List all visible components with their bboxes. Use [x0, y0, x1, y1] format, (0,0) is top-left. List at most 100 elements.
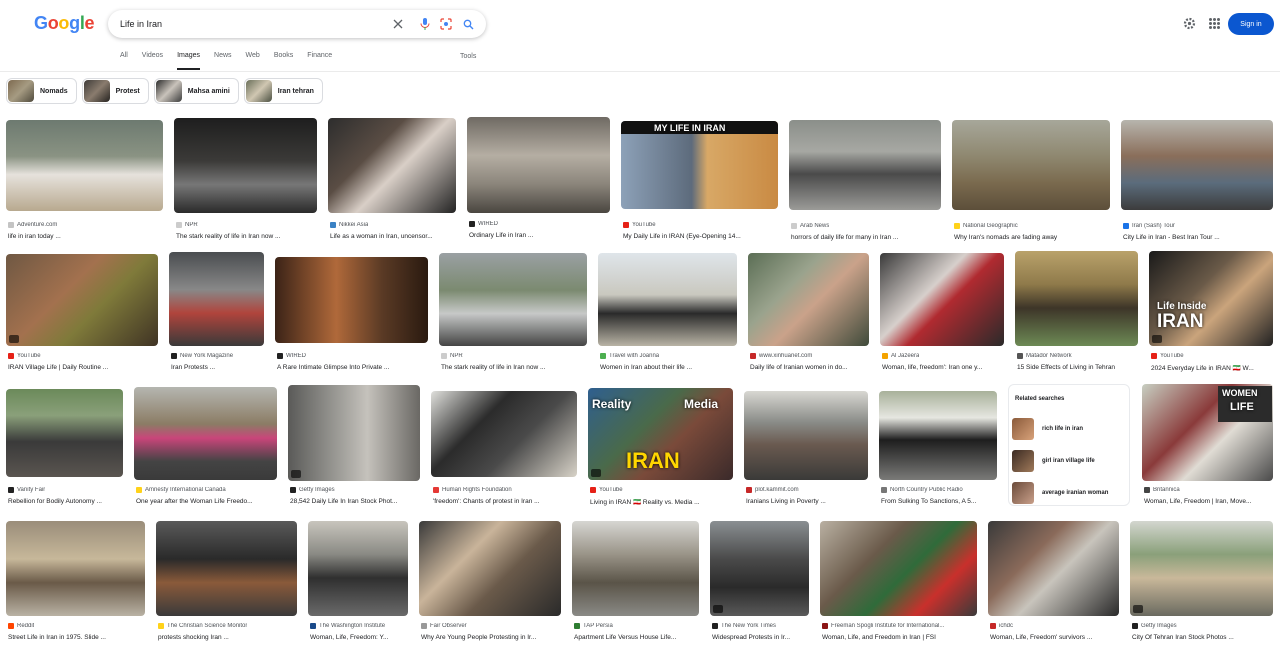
image-result[interactable]: Arab News horrors of daily life for many…: [789, 120, 941, 241]
result-thumbnail[interactable]: [467, 117, 610, 213]
result-thumbnail[interactable]: [156, 521, 297, 616]
image-result[interactable]: The Washington Institute Woman, Life, Fr…: [308, 521, 408, 646]
result-title[interactable]: Woman, Life, Freedom | Iran, Move...: [1144, 498, 1274, 505]
result-title[interactable]: From Sulking To Sanctions, A 5...: [881, 498, 998, 505]
result-title[interactable]: City Of Tehran Iran Stock Photos ...: [1132, 634, 1274, 641]
result-title[interactable]: A Rare Intimate Glimpse Into Private ...: [277, 364, 428, 371]
image-result[interactable]: National Geographic Why Iran's nomads ar…: [952, 120, 1110, 241]
result-thumbnail[interactable]: [748, 253, 869, 346]
image-result[interactable]: The Christian Science Monitor protests s…: [156, 521, 297, 646]
result-thumbnail[interactable]: [288, 385, 420, 481]
clear-icon[interactable]: [390, 16, 406, 32]
result-title[interactable]: 15 Side Effects of Living in Tehran: [1017, 364, 1138, 371]
result-title[interactable]: City Life in Iran - Best Iran Tour ...: [1123, 234, 1273, 241]
result-title[interactable]: 'freedom': Chants of protest in Iran ...: [433, 498, 578, 505]
image-result[interactable]: Fair Observer Why Are Young People Prote…: [419, 521, 561, 646]
apps-grid-icon[interactable]: [1209, 18, 1220, 29]
result-thumbnail[interactable]: [988, 521, 1119, 616]
chip-mahsa-amini[interactable]: Mahsa amini: [153, 78, 239, 104]
result-thumbnail[interactable]: [744, 391, 868, 480]
image-result[interactable]: TAP Persia Apartment Life Versus House L…: [572, 521, 699, 646]
tab-news[interactable]: News: [214, 52, 232, 70]
result-thumbnail[interactable]: [431, 391, 577, 477]
result-thumbnail[interactable]: [6, 389, 123, 477]
result-title[interactable]: life in iran today ...: [8, 233, 163, 240]
result-thumbnail[interactable]: [572, 521, 699, 616]
result-thumbnail[interactable]: [419, 521, 561, 616]
tab-all[interactable]: All: [120, 52, 128, 70]
result-thumbnail[interactable]: [6, 254, 158, 346]
image-result[interactable]: Getty Images City Of Tehran Iran Stock P…: [1130, 521, 1273, 646]
image-result[interactable]: The New York Times Widespread Protests i…: [710, 521, 809, 646]
result-title[interactable]: Ordinary Life in Iran ...: [469, 232, 609, 239]
image-result[interactable]: Getty Images 28,542 Daily Life In Iran S…: [288, 385, 420, 513]
result-thumbnail[interactable]: [789, 120, 941, 210]
image-result[interactable]: New York Magazine Iran Protests ...: [169, 252, 264, 378]
result-title[interactable]: The stark reality of life in Iran now ..…: [176, 233, 316, 240]
result-title[interactable]: My Daily Life in IRAN (Eye-Opening 14...: [623, 233, 778, 240]
tab-finance[interactable]: Finance: [307, 52, 332, 70]
result-thumbnail[interactable]: [820, 521, 977, 616]
result-title[interactable]: Apartment Life Versus House Life...: [574, 634, 700, 641]
result-thumbnail[interactable]: [6, 521, 145, 616]
result-title[interactable]: IRAN Village Life | Daily Routine ...: [8, 364, 158, 371]
chip-protest[interactable]: Protest: [81, 78, 149, 104]
result-title[interactable]: One year after the Woman Life Freedo...: [136, 498, 278, 505]
google-logo[interactable]: Google: [34, 13, 95, 34]
search-input[interactable]: [120, 14, 380, 34]
image-result[interactable]: Life Inside IRAN YouTube 2024 Everyday L…: [1149, 251, 1273, 378]
tab-videos[interactable]: Videos: [142, 52, 163, 70]
result-title[interactable]: Why Are Young People Protesting in Ir...: [421, 634, 562, 641]
result-thumbnail[interactable]: [1130, 521, 1273, 616]
result-title[interactable]: 2024 Everyday Life in IRAN 🇮🇷 W...: [1151, 364, 1273, 372]
tools-button[interactable]: Tools: [460, 53, 476, 60]
related-search-item[interactable]: average iranian woman: [1012, 480, 1128, 506]
result-title[interactable]: Rebellion for Bodily Autonomy ...: [8, 498, 124, 505]
result-title[interactable]: Woman, Life, and Freedom in Iran | FSI: [822, 634, 978, 641]
image-result[interactable]: Vanity Fair Rebellion for Bodily Autonom…: [6, 389, 123, 513]
result-thumbnail[interactable]: [174, 118, 317, 213]
related-search-item[interactable]: girl iran village life: [1012, 448, 1128, 474]
chip-iran-tehran[interactable]: Iran tehran: [243, 78, 323, 104]
image-result[interactable]: ichdc Woman, Life, Freedom' survivors ..…: [988, 521, 1119, 646]
related-search-item[interactable]: rich life in iran: [1012, 416, 1128, 442]
result-thumbnail[interactable]: [6, 120, 163, 211]
result-title[interactable]: Woman, life, freedom': Iran one y...: [882, 364, 1004, 371]
result-thumbnail[interactable]: [879, 391, 997, 480]
image-result[interactable]: Human Rights Foundation 'freedom': Chant…: [431, 391, 577, 513]
image-result[interactable]: WIRED Ordinary Life in Iran ...: [467, 117, 610, 240]
image-result[interactable]: plot.kammit.com Iranians Living in Pover…: [744, 391, 868, 513]
tab-web[interactable]: Web: [246, 52, 260, 70]
mic-icon[interactable]: [417, 16, 433, 32]
result-thumbnail[interactable]: [952, 120, 1110, 210]
image-result[interactable]: NPR The stark reality of life in Iran no…: [439, 253, 587, 378]
result-thumbnail[interactable]: Life Inside IRAN: [1149, 251, 1273, 346]
result-title[interactable]: Iran Protests ...: [171, 364, 265, 371]
image-result[interactable]: www.xinhuanet.com Daily life of Iranian …: [748, 253, 869, 378]
tab-images[interactable]: Images: [177, 52, 201, 70]
result-title[interactable]: Street Life in Iran in 1975. Slide ...: [8, 634, 146, 641]
result-title[interactable]: Widespread Protests in Ir...: [712, 634, 810, 641]
image-result[interactable]: Al Jazeera Woman, life, freedom': Iran o…: [880, 253, 1004, 378]
image-result[interactable]: Adventure.com life in iran today ...: [6, 120, 163, 240]
image-result[interactable]: Reality Media IRAN YouTube Living in IRA…: [588, 388, 733, 513]
result-title[interactable]: Daily life of Iranian women in do...: [750, 364, 870, 371]
result-title[interactable]: Why Iran's nomads are fading away: [954, 234, 1110, 241]
image-result[interactable]: Matador Network 15 Side Effects of Livin…: [1015, 251, 1138, 378]
result-thumbnail[interactable]: [710, 521, 809, 616]
result-thumbnail[interactable]: [1015, 251, 1138, 346]
result-title[interactable]: protests shocking Iran ...: [158, 634, 298, 641]
lens-icon[interactable]: [438, 16, 454, 32]
result-title[interactable]: Life as a woman in Iran, uncensor...: [330, 233, 456, 240]
image-result[interactable]: MY LIFE IN IRAN YouTube My Daily Life in…: [621, 121, 778, 240]
image-result[interactable]: Iran (Sash) Tour City Life in Iran - Bes…: [1121, 120, 1273, 241]
result-thumbnail[interactable]: MY LIFE IN IRAN: [621, 121, 778, 209]
result-title[interactable]: 28,542 Daily Life In Iran Stock Phot...: [290, 498, 421, 505]
result-title[interactable]: horrors of daily life for many in Iran .…: [791, 234, 941, 241]
tab-books[interactable]: Books: [274, 52, 293, 70]
result-thumbnail[interactable]: [880, 253, 1004, 346]
result-title[interactable]: Women in Iran about their life ...: [600, 364, 737, 371]
result-thumbnail[interactable]: [598, 253, 737, 346]
result-title[interactable]: The stark reality of life in Iran now ..…: [441, 364, 587, 371]
image-result[interactable]: WOMEN LIFE Britannica Woman, Life, Freed…: [1142, 384, 1273, 513]
